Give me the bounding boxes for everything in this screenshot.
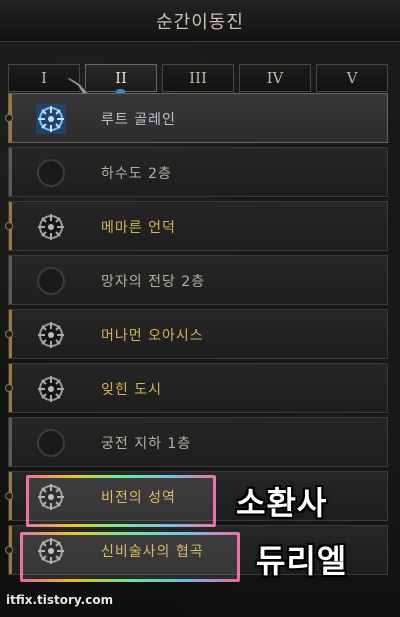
tab-label: IV [266,69,284,87]
waypoint-label: 신비술사의 협곡 [101,544,204,560]
row-pin [5,222,13,230]
waypoint-icon [38,322,64,348]
row-edge [9,418,12,466]
waypoint-icon [38,538,64,564]
empty-circle-icon [37,159,65,187]
waypoint-row[interactable]: 하수도 2층 [8,147,388,197]
row-edge [9,256,12,304]
annotation-label: 듀리엘 [256,542,348,580]
watermark: itfix.tistory.com [6,593,114,607]
waypoint-label: 하수도 2층 [101,166,172,182]
annotation-label: 소환사 [236,484,328,522]
waypoint-label: 루트 골레인 [101,112,176,128]
waypoint-panel: 순간이동진 I II III IV V 루트 골레인 하수도 2층 메마른 언덕… [0,0,400,617]
waypoint-label: 메마른 언덕 [101,220,176,236]
waypoint-row[interactable]: 궁전 지하 1층 [8,417,388,467]
tab-label: III [189,69,207,87]
waypoint-icon [38,484,64,510]
tab-act-3[interactable]: III [162,64,234,92]
waypoint-row[interactable]: 비전의 성역 [5,471,388,521]
row-pin [5,384,13,392]
waypoint-row[interactable]: 루트 골레인 [5,93,388,143]
waypoint-row[interactable]: 잊힌 도시 [5,363,388,413]
tab-label: I [41,69,47,87]
row-pin [5,330,13,338]
waypoint-label: 머나먼 오아시스 [101,328,204,344]
page-title: 순간이동진 [156,12,244,33]
tab-act-2[interactable]: II [85,64,157,95]
waypoint-label: 궁전 지하 1층 [101,436,192,452]
row-pin [5,546,13,554]
title-bar: 순간이동진 [0,0,400,42]
waypoint-icon [38,214,64,240]
empty-circle-icon [37,267,65,295]
waypoint-label: 비전의 성역 [101,490,176,506]
waypoint-row[interactable]: 머나먼 오아시스 [5,309,388,359]
tab-label: II [115,69,127,87]
tab-act-5[interactable]: V [316,64,388,92]
row-edge [9,148,12,196]
waypoint-row[interactable]: 망자의 전당 2층 [8,255,388,305]
waypoint-row[interactable]: 메마른 언덕 [5,201,388,251]
empty-circle-icon [37,429,65,457]
row-pin [5,114,13,122]
tab-act-4[interactable]: IV [239,64,311,92]
waypoint-icon [38,376,64,402]
row-pin [5,492,13,500]
waypoint-label: 잊힌 도시 [101,382,162,398]
waypoint-active-icon [36,104,66,134]
waypoint-label: 망자의 전당 2층 [101,274,206,290]
tab-label: V [346,69,358,87]
